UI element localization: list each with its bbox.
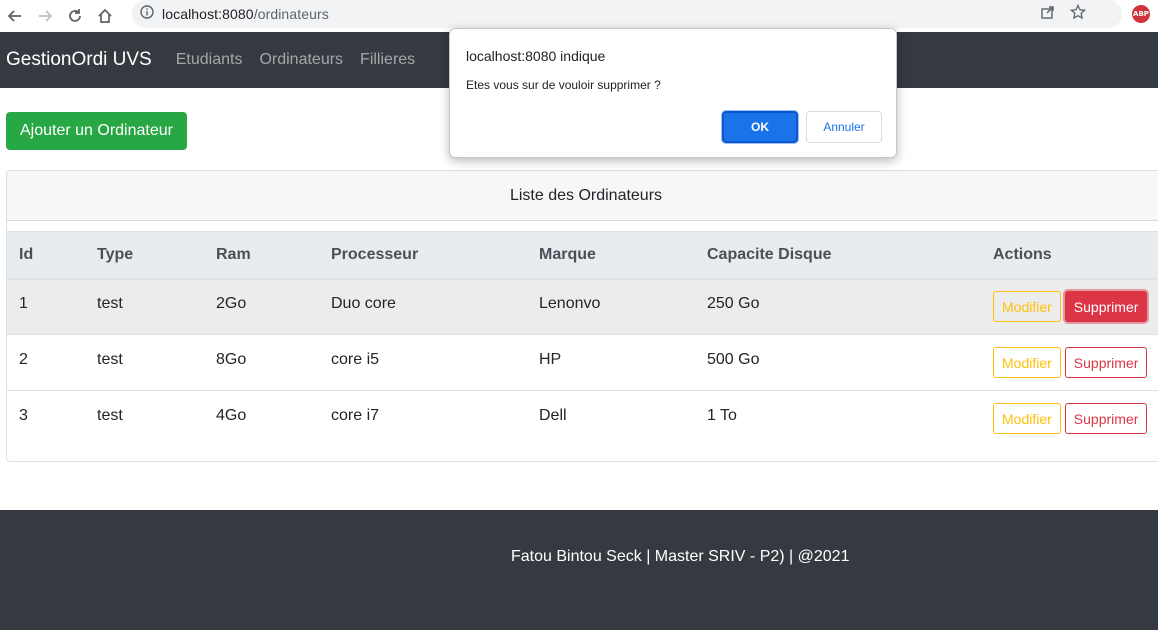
computers-card: Liste des Ordinateurs Id Type Ram Proces… xyxy=(6,170,1158,462)
column-header-actions: Actions xyxy=(981,231,1158,280)
cell-id: 2 xyxy=(7,334,85,391)
cell-ram: 4Go xyxy=(216,406,247,424)
delete-button[interactable]: Supprimer xyxy=(1064,347,1148,378)
column-header-marque: Marque xyxy=(527,231,695,280)
nav-link-ordinateurs[interactable]: Ordinateurs xyxy=(259,51,343,69)
column-header-type: Type xyxy=(85,231,204,280)
adblock-extension-icon[interactable]: ABP xyxy=(1132,5,1150,23)
cell-actions: Modifier Supprimer xyxy=(981,278,1158,335)
share-icon[interactable] xyxy=(1040,4,1056,25)
dialog-ok-button[interactable]: OK xyxy=(722,111,798,143)
modify-button[interactable]: Modifier xyxy=(993,347,1061,378)
dialog-message: Etes vous sur de vouloir supprimer ? xyxy=(466,78,661,92)
brand-link[interactable]: GestionOrdi UVS xyxy=(6,49,152,71)
table-row: 1 test 2Go Duo core Lenonvo 250 Go Modif… xyxy=(7,278,1158,335)
cell-type: test xyxy=(85,334,204,391)
dialog-title: localhost:8080 indique xyxy=(466,48,606,64)
cell-capacite: 250 Go xyxy=(695,278,981,335)
nav-link-etudiants[interactable]: Etudiants xyxy=(176,51,243,69)
forward-icon[interactable] xyxy=(30,1,60,31)
computers-table: Id Type Ram Processeur Marque Capacite D… xyxy=(7,231,1158,447)
dialog-cancel-button[interactable]: Annuler xyxy=(806,111,882,143)
cell-capacite: 500 Go xyxy=(695,334,981,391)
cell-ram: 2Go xyxy=(204,278,319,335)
page-footer: Fatou Bintou Seck | Master SRIV - P2) | … xyxy=(0,510,1158,630)
table-row: 3 test 4Go core i7 Dell 1 To Modifier Su… xyxy=(7,391,1158,447)
modify-button[interactable]: Modifier xyxy=(993,403,1061,435)
cell-type: test xyxy=(85,278,204,335)
cell-marque: HP xyxy=(527,334,695,391)
cell-marque: Lenonvo xyxy=(527,278,695,335)
column-header-ram: Ram xyxy=(204,231,319,280)
cell-processeur: Duo core xyxy=(319,278,527,335)
card-title: Liste des Ordinateurs xyxy=(7,171,1158,221)
delete-button[interactable]: Supprimer xyxy=(1064,403,1148,435)
column-header-processeur: Processeur xyxy=(319,231,527,280)
cell-marque: Dell xyxy=(539,406,567,424)
cell-processeur: core i5 xyxy=(319,334,527,391)
footer-text: Fatou Bintou Seck | Master SRIV - P2) | … xyxy=(511,548,850,565)
cell-actions: Modifier Supprimer xyxy=(981,334,1158,391)
nav-link-fillieres[interactable]: Fillieres xyxy=(360,51,415,69)
cell-id: 1 xyxy=(7,278,85,335)
column-header-capacite: Capacite Disque xyxy=(695,231,981,280)
back-icon[interactable] xyxy=(0,1,30,31)
home-icon[interactable] xyxy=(90,1,120,31)
reload-icon[interactable] xyxy=(60,1,90,31)
delete-button[interactable]: Supprimer xyxy=(1064,291,1148,323)
bookmark-star-icon[interactable] xyxy=(1069,3,1087,25)
confirm-dialog: localhost:8080 indique Etes vous sur de … xyxy=(449,28,897,158)
cell-capacite: 1 To xyxy=(707,406,737,424)
site-info-icon[interactable] xyxy=(140,4,154,24)
address-bar[interactable]: localhost:8080/ordinateurs xyxy=(132,0,1122,28)
cell-actions: Modifier Supprimer xyxy=(981,391,1158,447)
table-row: 2 test 8Go core i5 HP 500 Go Modifier Su… xyxy=(7,334,1158,391)
cell-type: test xyxy=(97,406,123,424)
url-text: localhost:8080/ordinateurs xyxy=(162,6,329,22)
cell-id: 3 xyxy=(19,406,28,424)
add-computer-button[interactable]: Ajouter un Ordinateur xyxy=(6,112,187,150)
column-header-id: Id xyxy=(7,231,85,280)
cell-ram: 8Go xyxy=(204,334,319,391)
modify-button[interactable]: Modifier xyxy=(993,291,1061,323)
cell-processeur: core i7 xyxy=(331,406,380,424)
table-header-row: Id Type Ram Processeur Marque Capacite D… xyxy=(7,231,1158,280)
